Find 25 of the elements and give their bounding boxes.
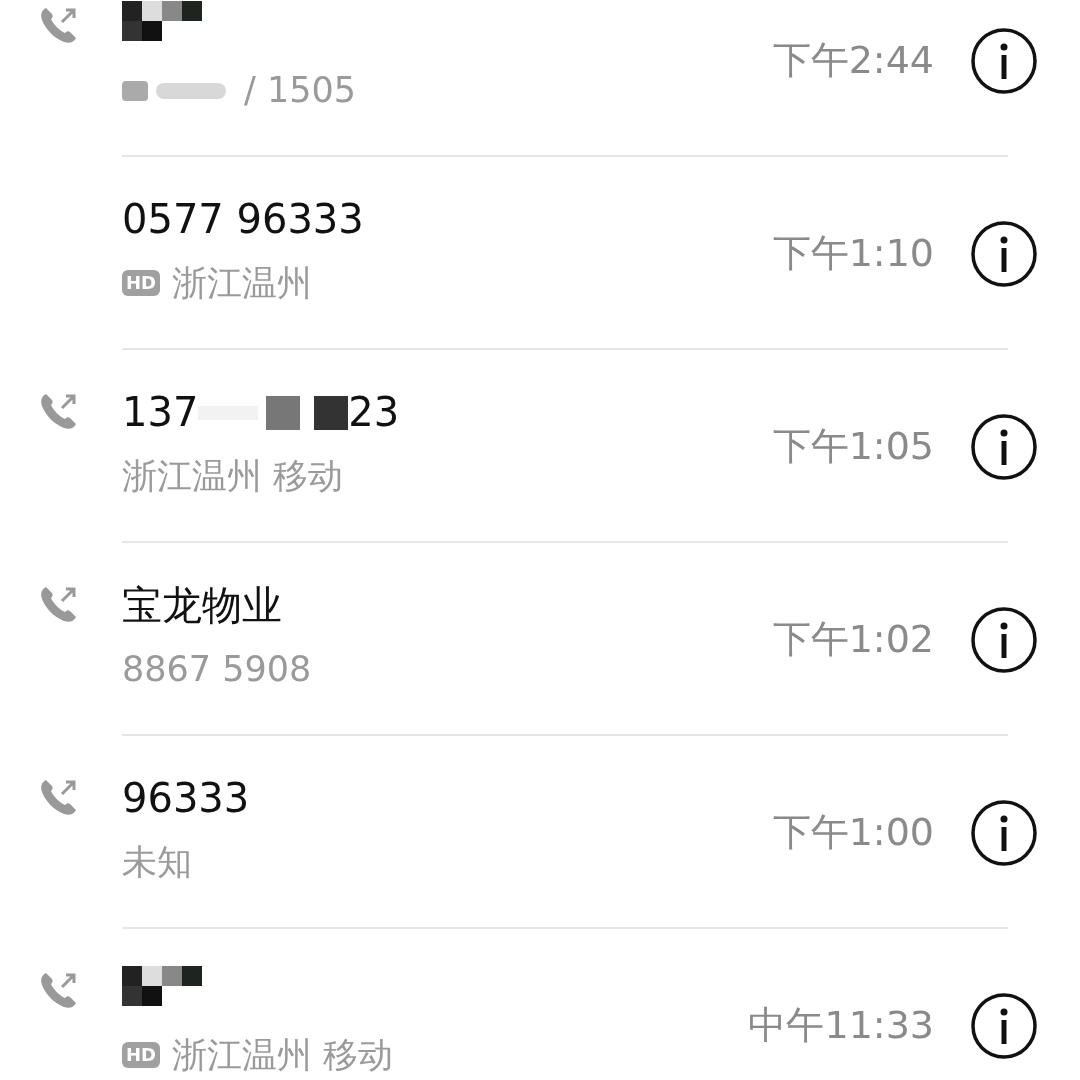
call-location: 8867 5908	[122, 649, 312, 689]
info-icon[interactable]	[970, 412, 1038, 481]
contact-name: 0577 96333	[122, 195, 364, 244]
info-icon[interactable]	[970, 26, 1038, 95]
contact-name: 137	[122, 388, 199, 437]
call-location: 浙江温州	[172, 261, 312, 305]
call-time: 下午1:05	[772, 423, 935, 470]
call-time: 下午2:44	[772, 37, 935, 84]
info-icon[interactable]	[970, 798, 1038, 867]
contact-name: 23	[348, 388, 400, 437]
call-location: 浙江温州 移动	[172, 1033, 394, 1077]
info-icon[interactable]	[970, 991, 1038, 1060]
info-icon[interactable]	[970, 605, 1038, 674]
call-location: / 1505	[244, 70, 356, 110]
contact-name: 宝龙物业	[122, 581, 282, 630]
hd-badge: HD	[122, 1042, 160, 1068]
call-time: 中午11:33	[748, 1002, 935, 1049]
call-time: 下午1:02	[772, 616, 935, 663]
call-time: 下午1:10	[772, 230, 935, 277]
info-icon[interactable]	[970, 219, 1038, 288]
call-location: 浙江温州 移动	[122, 454, 344, 498]
call-location: 未知	[122, 840, 192, 884]
call-time: 下午1:00	[772, 809, 935, 856]
contact-name: 96333	[122, 774, 250, 823]
hd-badge: HD	[122, 270, 160, 296]
